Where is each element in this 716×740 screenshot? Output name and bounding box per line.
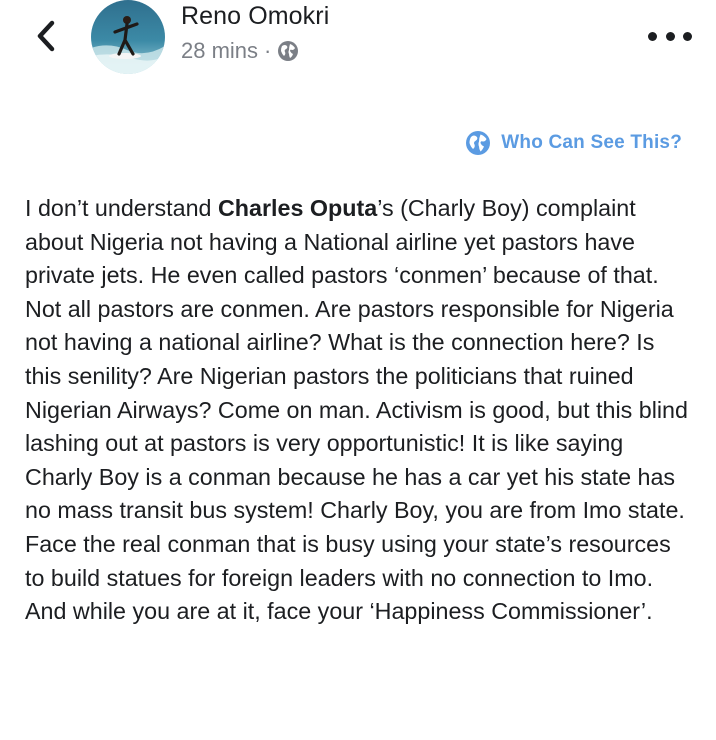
chevron-left-icon [37, 20, 55, 52]
post-text-part-2: ’s (Charly Boy) complaint about Nigeria … [25, 195, 688, 625]
post-timestamp[interactable]: 28 mins [181, 38, 258, 64]
globe-icon[interactable] [277, 40, 299, 62]
who-can-see-this-link[interactable]: Who Can See This? [465, 130, 682, 156]
post-text-part-1: I don’t understand [25, 195, 218, 221]
more-dots-icon [648, 31, 657, 41]
globe-icon [465, 130, 491, 156]
back-button[interactable] [28, 18, 64, 54]
who-can-see-this-label: Who Can See This? [501, 132, 682, 153]
post-body: I don’t understand Charles Oputa’s (Char… [25, 192, 695, 629]
author-name[interactable]: Reno Omokri [181, 2, 329, 31]
post-meta: 28 mins · [181, 38, 299, 64]
avatar[interactable] [91, 0, 165, 74]
avatar-image [91, 0, 165, 74]
meta-separator: · [264, 38, 272, 63]
mention-link[interactable]: Charles Oputa [218, 195, 377, 221]
more-dots-icon [683, 31, 692, 41]
more-dots-icon [665, 31, 675, 41]
more-options-button[interactable] [648, 24, 692, 48]
